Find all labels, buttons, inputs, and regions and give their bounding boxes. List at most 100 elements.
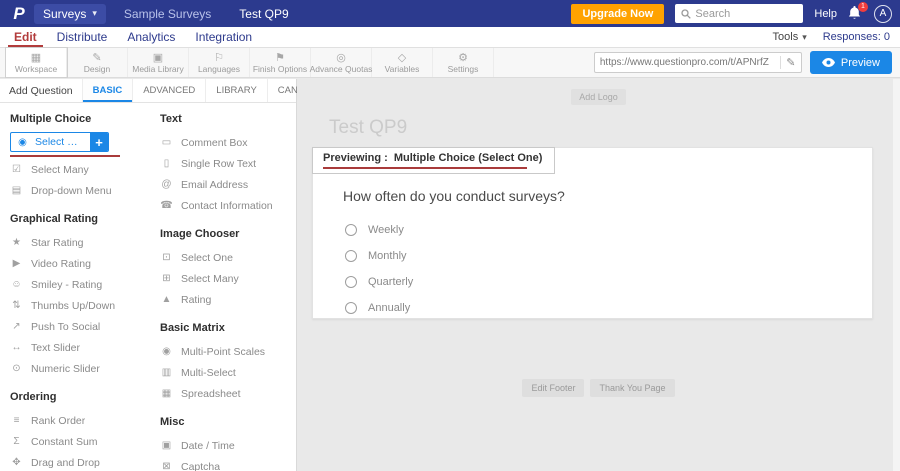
question-type-star-rating[interactable]: ★Star Rating [10, 232, 134, 253]
header-right-group: Upgrade Now Help 1 A [571, 4, 892, 24]
email-icon: @ [160, 179, 173, 190]
question-type-drag-and-drop[interactable]: ✥Drag and Drop [10, 452, 134, 471]
menu-item-analytics[interactable]: Analytics [117, 27, 185, 47]
search-input[interactable] [695, 8, 797, 20]
question-type-label: Rating [181, 294, 211, 306]
survey-preview-area: Add Logo Test QP9 Previewing : Multiple … [297, 79, 900, 471]
question-type-email-address[interactable]: @Email Address [160, 174, 284, 195]
question-type-numeric-slider[interactable]: ⊙Numeric Slider [10, 358, 134, 379]
surveys-product-menu[interactable]: Surveys ▾ [34, 4, 106, 24]
add-question-plus-button[interactable]: + [90, 133, 108, 151]
answer-option-annually[interactable]: Annually [345, 295, 872, 321]
search-box[interactable] [675, 4, 803, 23]
question-type-rank-order[interactable]: ≡Rank Order [10, 410, 134, 431]
survey-toolbar: ▦Workspace✎Design▣Media Library⚐Language… [0, 48, 900, 78]
help-link[interactable]: Help [814, 8, 837, 20]
question-type-single-row-text[interactable]: ▯Single Row Text [160, 153, 284, 174]
contact-icon: ☎ [160, 200, 173, 211]
notifications-bell[interactable]: 1 [848, 6, 863, 21]
tab-library[interactable]: LIBRARY [205, 79, 266, 102]
radio-button-icon[interactable] [345, 250, 357, 262]
toolbar-item-label: Workspace [15, 64, 57, 74]
radio-button-icon[interactable] [345, 302, 357, 314]
radio-button-icon[interactable] [345, 224, 357, 236]
notification-badge: 1 [858, 2, 868, 12]
thumbs-icon: ⇅ [10, 300, 23, 311]
toolbar-item-media-library[interactable]: ▣Media Library [128, 48, 189, 77]
toolbar-item-variables[interactable]: ◇Variables [372, 48, 433, 77]
question-type-text-slider[interactable]: ↔Text Slider [10, 337, 134, 358]
breadcrumb[interactable]: Sample Surveys [124, 7, 211, 21]
question-type-select-one[interactable]: ◉Select One+ [10, 132, 109, 152]
question-type-video-rating[interactable]: ▶Video Rating [10, 253, 134, 274]
answer-option-monthly[interactable]: Monthly [345, 243, 872, 269]
upgrade-button[interactable]: Upgrade Now [571, 4, 664, 24]
toolbar-item-design[interactable]: ✎Design [67, 48, 128, 77]
question-type-thumbs-up-down[interactable]: ⇅Thumbs Up/Down [10, 295, 134, 316]
question-preview-card: Previewing : Multiple Choice (Select One… [312, 147, 873, 319]
questionpro-logo[interactable]: P [6, 4, 32, 24]
question-type-multi-point-scales[interactable]: ◉Multi-Point Scales [160, 341, 284, 362]
preview-button[interactable]: Preview [810, 51, 892, 74]
section-heading: Multiple Choice [10, 113, 134, 125]
question-type-label: Rank Order [31, 415, 85, 427]
tab-basic[interactable]: BASIC [82, 79, 133, 102]
edit-footer-button[interactable]: Edit Footer [522, 379, 584, 397]
radio-button-icon[interactable] [345, 276, 357, 288]
question-type-select-one[interactable]: ⊡Select One [160, 247, 284, 268]
question-types-column-2: Text▭Comment Box▯Single Row Text@Email A… [160, 113, 284, 471]
previewing-question-type: Multiple Choice (Select One) [394, 152, 543, 164]
survey-url-box: ✎ [594, 52, 802, 73]
question-type-rating[interactable]: ▲Rating [160, 289, 284, 310]
tools-dropdown[interactable]: Tools ▾ [773, 31, 807, 43]
add-question-panel: Add Question BASICADVANCEDLIBRARYCANVAS … [0, 79, 297, 471]
tab-advanced[interactable]: ADVANCED [132, 79, 205, 102]
responses-count[interactable]: Responses: 0 [823, 31, 890, 43]
drag-drop-icon: ✥ [10, 457, 23, 468]
star-icon: ★ [10, 237, 23, 248]
tools-label: Tools [773, 31, 799, 43]
question-type-smiley-rating[interactable]: ☺Smiley - Rating [10, 274, 134, 295]
toolbar-item-settings[interactable]: ⚙Settings [433, 48, 494, 77]
menu-item-edit[interactable]: Edit [4, 27, 47, 47]
toolbar-item-advance-quotas[interactable]: ◎Advance Quotas [311, 48, 372, 77]
toolbar-item-finish-options[interactable]: ⚑Finish Options [250, 48, 311, 77]
toolbar-item-languages[interactable]: ⚐Languages [189, 48, 250, 77]
question-type-comment-box[interactable]: ▭Comment Box [160, 132, 284, 153]
chevron-down-icon: ▾ [92, 8, 97, 19]
menu-item-integration[interactable]: Integration [185, 27, 262, 47]
question-type-date-time[interactable]: ▣Date / Time [160, 435, 284, 456]
question-type-select-many[interactable]: ⊞Select Many [160, 268, 284, 289]
question-type-contact-information[interactable]: ☎Contact Information [160, 195, 284, 216]
section-basic-matrix: Basic Matrix◉Multi-Point Scales▥Multi-Se… [160, 322, 284, 404]
question-type-label: Smiley - Rating [31, 279, 102, 291]
question-type-constant-sum[interactable]: ΣConstant Sum [10, 431, 134, 452]
toolbar-item-workspace[interactable]: ▦Workspace [6, 48, 67, 77]
questionpro-app: P Surveys ▾ Sample Surveys Test QP9 Upgr… [0, 0, 900, 471]
scrollbar[interactable] [893, 79, 900, 471]
avatar[interactable]: A [874, 5, 892, 23]
thank-you-page-button[interactable]: Thank You Page [590, 379, 674, 397]
toolbar-right-group: ✎ Preview [594, 48, 900, 77]
menu-right-group: Tools ▾ Responses: 0 [773, 31, 890, 43]
question-type-multi-select[interactable]: ▥Multi-Select [160, 362, 284, 383]
toolbar-item-label: Settings [448, 64, 479, 74]
question-type-label: Text Slider [31, 342, 80, 354]
answer-option-quarterly[interactable]: Quarterly [345, 269, 872, 295]
survey-url-input[interactable] [595, 57, 780, 68]
add-logo-button[interactable]: Add Logo [571, 89, 626, 105]
survey-preview-title[interactable]: Test QP9 [329, 117, 885, 139]
edit-url-pencil-icon[interactable]: ✎ [780, 56, 801, 69]
question-type-label: Multi-Select [181, 367, 236, 379]
question-type-push-to-social[interactable]: ↗Push To Social [10, 316, 134, 337]
date-time-icon: ▣ [160, 440, 173, 451]
video-icon: ▶ [10, 258, 23, 269]
section-ordering: Ordering≡Rank OrderΣConstant Sum✥Drag an… [10, 391, 134, 471]
question-type-spreadsheet[interactable]: ▦Spreadsheet [160, 383, 284, 404]
question-type-select-many[interactable]: ☑Select Many [10, 159, 134, 180]
question-type-captcha[interactable]: ⊠Captcha [160, 456, 284, 471]
answer-option-weekly[interactable]: Weekly [345, 217, 872, 243]
question-type-label: Captcha [181, 461, 220, 471]
menu-item-distribute[interactable]: Distribute [47, 27, 118, 47]
question-type-drop-down-menu[interactable]: ▤Drop-down Menu [10, 180, 134, 201]
